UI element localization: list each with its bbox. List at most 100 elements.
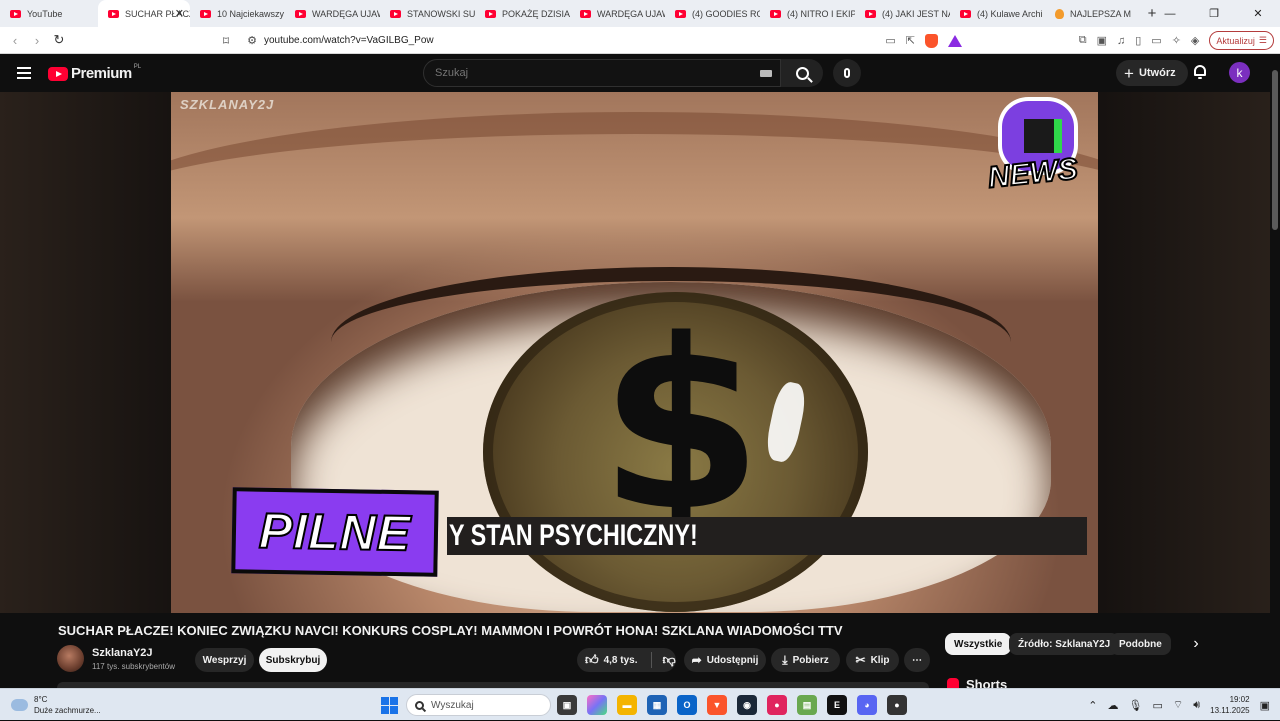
game-launcher-icon[interactable]: ● [767, 695, 787, 715]
tab-title: WARDĘGA UJAW [312, 8, 380, 19]
weather-widget[interactable]: 8°C Duże zachmurze... [8, 694, 101, 716]
browser-tab[interactable]: (4) GOODIES RO [665, 0, 760, 27]
support-button[interactable]: Wesprzyj [195, 648, 254, 672]
microphone-tray-icon[interactable]: 🎙︎ [1128, 699, 1142, 712]
url-bar[interactable]: ⌑ ⚙ youtube.com/watch?v=VaGILBG_Pow ▭ ⇱ [218, 30, 962, 51]
subscribe-button[interactable]: Subskrybuj [259, 648, 327, 672]
reload-icon[interactable]: ↻ [48, 29, 70, 51]
chip-all[interactable]: Wszystkie [945, 633, 1012, 655]
leo-ai-icon[interactable]: ✧ [1172, 34, 1181, 47]
sidebar-icon[interactable]: ▯ [1135, 34, 1141, 47]
microphone-icon [844, 68, 850, 78]
share-page-icon[interactable]: ⇱ [906, 34, 915, 47]
browser-tab[interactable]: WARDĘGA UJAW [570, 0, 665, 27]
app-extra-icon[interactable]: ● [887, 695, 907, 715]
browser-tab[interactable]: (4) NITRO I EKIP [760, 0, 855, 27]
update-button[interactable]: Aktualizuj ☰ [1209, 31, 1274, 50]
chip-source-channel[interactable]: Źródło: SzklanaY2J [1009, 633, 1120, 655]
browser-tab[interactable]: NAJLEPSZA M [1045, 0, 1140, 27]
minimize-icon[interactable]: — [1148, 0, 1192, 27]
discord-icon[interactable]: ◕ [857, 695, 877, 715]
tab-title: WARDĘGA UJAW [597, 8, 665, 19]
hamburger-menu-icon[interactable] [17, 67, 31, 79]
notifications-icon[interactable]: ▣ [1260, 699, 1270, 712]
vpn-icon[interactable]: ◈ [1191, 34, 1199, 47]
steam-icon[interactable]: ◉ [737, 695, 757, 715]
chevron-right-icon[interactable]: › [1187, 635, 1205, 653]
restore-icon[interactable]: ❐ [1192, 0, 1236, 27]
channel-avatar[interactable] [57, 645, 84, 672]
notifications-bell-icon[interactable] [1193, 65, 1207, 80]
onedrive-icon[interactable]: ☁ [1107, 699, 1118, 712]
create-label: Utwórz [1138, 67, 1176, 79]
youtube-premium-logo[interactable]: Premium PL [48, 64, 141, 82]
tab-close-icon[interactable]: ✕ [175, 7, 184, 20]
url-text[interactable]: youtube.com/watch?v=VaGILBG_Pow [264, 35, 434, 46]
scrollbar-thumb[interactable] [1272, 70, 1278, 230]
store-icon[interactable]: ▦ [647, 695, 667, 715]
extension-toolbar: ⧉ ▣ ♫ ▯ ▭ ✧ ◈ Aktualizuj ☰ [1079, 30, 1280, 51]
browser-tab[interactable]: STANOWSKI SUG [380, 0, 475, 27]
search-input[interactable] [424, 60, 744, 86]
create-button[interactable]: + Utwórz [1116, 60, 1188, 86]
browser-tab[interactable]: (4) Kulawe Archi [950, 0, 1045, 27]
browser-tab[interactable]: (4) JAKI JEST NA [855, 0, 950, 27]
music-icon[interactable]: ♫ [1117, 35, 1125, 47]
taskbar-search[interactable]: Wyszukaj [406, 694, 551, 716]
search-icon [795, 66, 809, 80]
like-count: 4,8 tys. [603, 654, 638, 666]
browser-tab[interactable]: WARDĘGA UJAW [285, 0, 380, 27]
brave-rewards-icon[interactable] [948, 34, 962, 47]
site-info-icon[interactable]: ⚙ [240, 34, 264, 47]
logo-text: Premium [71, 65, 132, 82]
browser-tab[interactable]: 10 Najciekawszy [190, 0, 285, 27]
like-button[interactable]: 👍︎ 4,8 tys. [585, 652, 638, 668]
tray-chevron-up-icon[interactable]: ⌃ [1088, 699, 1097, 712]
forward-arrow-icon[interactable]: › [26, 29, 48, 51]
youtube-favicon-icon [10, 9, 21, 18]
clip-button[interactable]: ✂ Klip [846, 648, 899, 672]
browser-tab[interactable]: POKAŻĘ DZISIAJ [475, 0, 570, 27]
display-icon[interactable]: ▭ [1152, 699, 1162, 712]
dislike-button[interactable]: 👎︎ [663, 652, 676, 668]
channel-name[interactable]: SzklanaY2J [92, 647, 153, 659]
close-window-icon[interactable]: ✕ [1236, 0, 1280, 27]
browser-tab-active[interactable]: SUCHAR PŁACZE!✕ [98, 0, 190, 27]
tab-title: POKAŻĘ DZISIAJ [502, 8, 570, 19]
bookmark-icon[interactable]: ⌑ [218, 34, 234, 48]
chip-related[interactable]: Podobne [1110, 633, 1171, 655]
task-view-icon[interactable]: ▣ [557, 695, 577, 715]
pilne-banner: PILNE [231, 487, 439, 577]
search-button[interactable] [781, 59, 823, 87]
wallet-icon[interactable]: ▣ [1097, 34, 1107, 47]
outlook-icon[interactable]: O [677, 695, 697, 715]
page-scrollbar[interactable] [1270, 54, 1280, 688]
brave-shields-icon[interactable] [925, 33, 938, 48]
epic-games-icon[interactable]: E [827, 695, 847, 715]
cast-icon[interactable]: ▭ [885, 34, 895, 47]
keyboard-icon[interactable] [760, 70, 772, 77]
volume-icon[interactable]: 🔊︎ [1193, 699, 1200, 712]
video-player[interactable]: $ SZKLANAY2J NEWS PILNE Y STAN PSYCHICZN… [171, 92, 1098, 613]
voice-search-button[interactable] [833, 59, 861, 87]
clock[interactable]: 19:02 13.11.2025 [1210, 694, 1249, 716]
browser-tab[interactable]: YouTube [0, 0, 98, 27]
youtube-favicon-icon [485, 9, 496, 18]
account-avatar[interactable]: k [1229, 62, 1250, 83]
brave-browser-icon[interactable]: ▼ [707, 695, 727, 715]
extensions-icon[interactable]: ⧉ [1079, 34, 1087, 47]
back-arrow-icon[interactable]: ‹ [4, 29, 26, 51]
tab-search-icon[interactable]: ▭ [1151, 34, 1161, 47]
network-icon[interactable]: ⌔ [1173, 698, 1183, 712]
windows-start-icon[interactable] [381, 697, 398, 714]
scissors-icon: ✂ [855, 653, 866, 667]
url-bar-actions: ▭ ⇱ [885, 30, 962, 51]
more-actions-button[interactable]: ⋯ [904, 648, 930, 672]
subscribe-label: Subskrybuj [265, 654, 321, 666]
share-button[interactable]: ➦ Udostępnij [684, 648, 766, 672]
file-explorer-icon[interactable]: ▬ [617, 695, 637, 715]
notepad-icon[interactable]: ▤ [797, 695, 817, 715]
download-button[interactable]: ⤓ Pobierz [771, 648, 840, 672]
ticker-text: Y STAN PSYCHICZNY! [449, 519, 698, 552]
copilot-icon[interactable] [587, 695, 607, 715]
